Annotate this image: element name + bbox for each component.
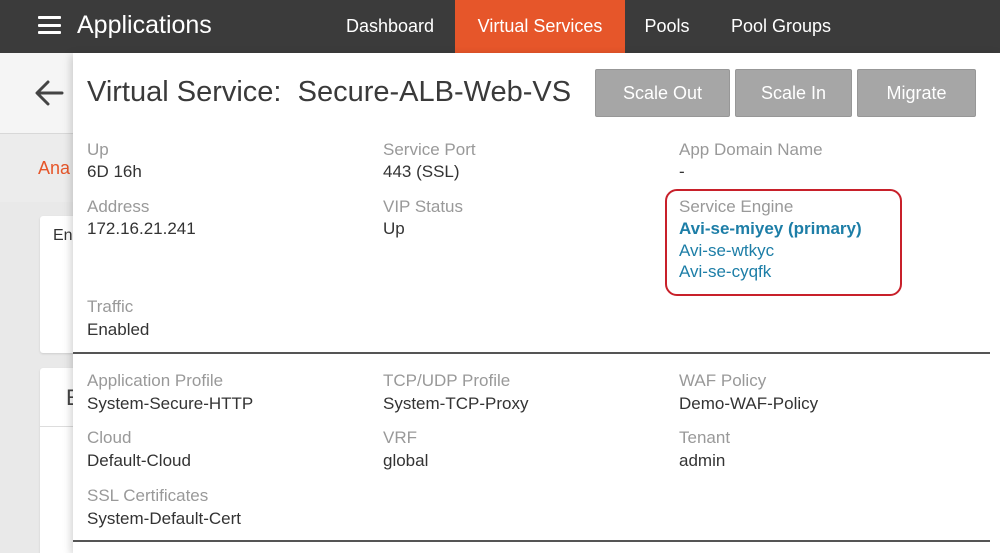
ssl-certificates-label: SSL Certificates xyxy=(87,486,209,505)
service-engine-highlight-box xyxy=(665,189,902,296)
virtual-service-title: Virtual Service: Secure-ALB-Web-VS xyxy=(87,76,572,108)
nav-pools[interactable]: Pools xyxy=(633,0,701,53)
vip-status-value: Up xyxy=(383,219,405,238)
tenant-label: Tenant xyxy=(679,428,731,447)
analytics-tab-fragment[interactable]: Ana xyxy=(38,158,70,179)
cloud-value: Default-Cloud xyxy=(87,451,191,470)
application-profile-label: Application Profile xyxy=(87,371,224,390)
address-label: Address xyxy=(87,197,150,216)
app-domain-label: App Domain Name xyxy=(679,140,823,159)
service-port-value: 443 (SSL) xyxy=(383,162,460,181)
virtual-service-popup xyxy=(73,53,1000,553)
section-divider xyxy=(73,352,990,354)
traffic-label: Traffic xyxy=(87,297,134,316)
tcp-udp-profile-label: TCP/UDP Profile xyxy=(383,371,511,390)
tcp-udp-profile-value: System-TCP-Proxy xyxy=(383,394,529,413)
scale-in-button[interactable]: Scale In xyxy=(735,69,852,117)
hamburger-menu-icon[interactable] xyxy=(38,16,61,34)
back-arrow-icon[interactable] xyxy=(34,80,64,106)
migrate-button[interactable]: Migrate xyxy=(857,69,976,117)
waf-policy-label: WAF Policy xyxy=(679,371,767,390)
status-label: Up xyxy=(87,140,109,159)
waf-policy-value: Demo-WAF-Policy xyxy=(679,394,819,413)
vrf-label: VRF xyxy=(383,428,417,447)
vrf-value: global xyxy=(383,451,429,470)
background-card-text: En xyxy=(53,227,73,244)
traffic-value: Enabled xyxy=(87,320,150,339)
app-domain-value: - xyxy=(679,162,685,181)
ssl-certificates-value: System-Default-Cert xyxy=(87,509,241,528)
section-divider xyxy=(73,540,990,542)
application-profile-value: System-Secure-HTTP xyxy=(87,394,254,413)
top-navbar: Applications Dashboard Virtual Services … xyxy=(0,0,1000,53)
vip-status-label: VIP Status xyxy=(383,197,464,216)
background-divider xyxy=(40,426,73,427)
app-title: Applications xyxy=(77,11,212,39)
service-port-label: Service Port xyxy=(383,140,476,159)
tenant-value: admin xyxy=(679,451,726,470)
nav-dashboard[interactable]: Dashboard xyxy=(333,0,447,53)
cloud-label: Cloud xyxy=(87,428,132,447)
nav-pool-groups[interactable]: Pool Groups xyxy=(719,0,843,53)
nav-virtual-services[interactable]: Virtual Services xyxy=(455,0,625,53)
scale-out-button[interactable]: Scale Out xyxy=(595,69,730,117)
address-value: 172.16.21.241 xyxy=(87,219,196,238)
uptime-value: 6D 16h xyxy=(87,162,142,181)
